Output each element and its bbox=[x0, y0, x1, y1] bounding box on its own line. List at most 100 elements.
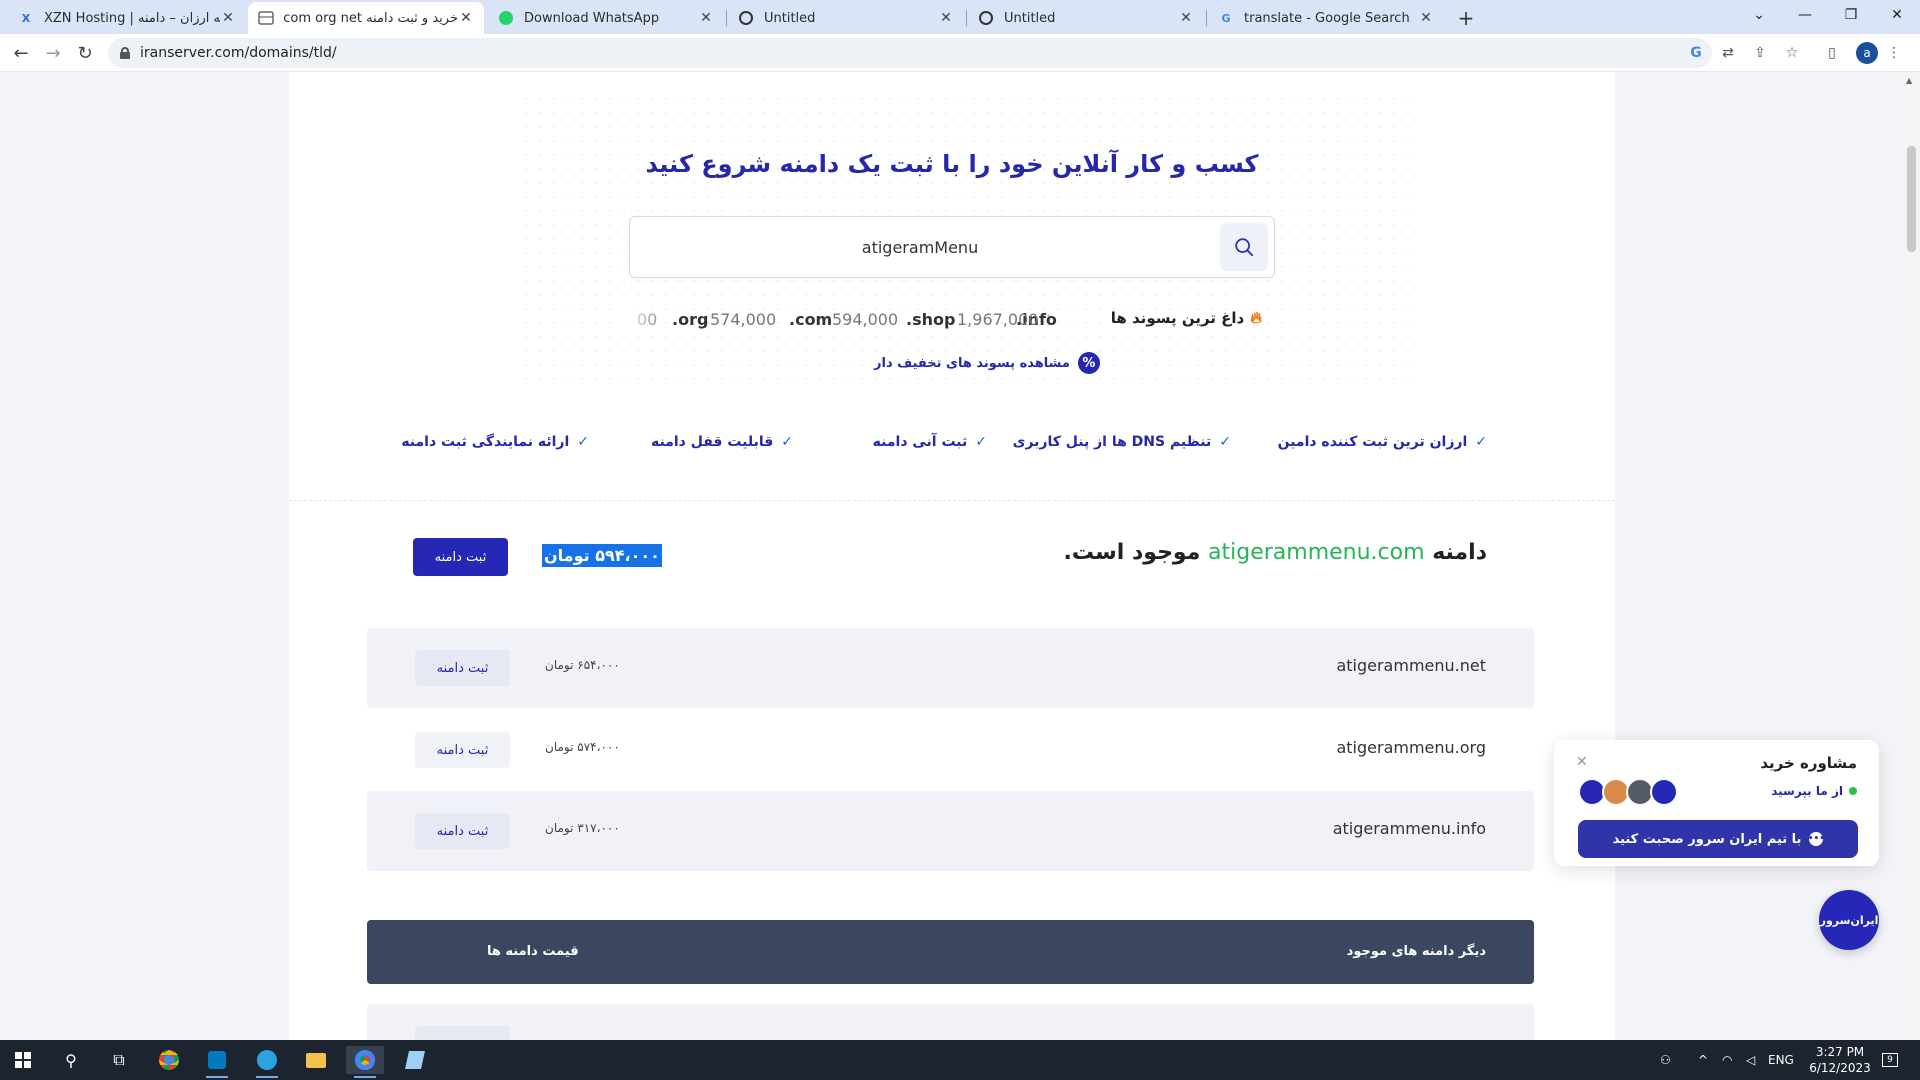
register-domain-button[interactable]: ثبت دامنه bbox=[415, 813, 510, 849]
close-tab-icon[interactable]: ✕ bbox=[1418, 10, 1434, 26]
domain-price: ۶۵۴،۰۰۰ تومان bbox=[545, 658, 620, 672]
start-chat-button[interactable]: ••• با تیم ایران سرور صحبت کنید bbox=[1578, 820, 1858, 858]
tab-search-icon[interactable]: ⌄ bbox=[1736, 0, 1782, 30]
tld-label[interactable]: .shop bbox=[906, 310, 955, 329]
close-tab-icon[interactable]: ✕ bbox=[1178, 10, 1194, 26]
feature-item: ✓ ارزان ترین ثبت کننده دامین bbox=[1278, 434, 1487, 450]
close-tab-icon[interactable]: ✕ bbox=[220, 10, 236, 26]
register-domain-button[interactable] bbox=[415, 1026, 510, 1040]
register-domain-button[interactable]: ثبت دامنه bbox=[413, 538, 508, 576]
domain-search-input[interactable] bbox=[640, 225, 1200, 269]
register-domain-button[interactable]: ثبت دامنه bbox=[415, 732, 510, 768]
trello-icon[interactable] bbox=[198, 1046, 236, 1078]
clock-date: 6/12/2023 bbox=[1809, 1061, 1871, 1075]
chat-subtitle: از ما بپرسید bbox=[1771, 784, 1857, 798]
search-button[interactable] bbox=[1220, 223, 1268, 271]
chat-launcher-button[interactable]: ایران‌سرور bbox=[1819, 890, 1879, 950]
restore-button[interactable]: ❐ bbox=[1828, 0, 1874, 30]
browser-tab[interactable]: Download WhatsApp ✕ bbox=[488, 2, 724, 34]
chat-title: مشاوره خرید bbox=[1760, 754, 1857, 772]
task-view-icon[interactable]: ⧉ bbox=[100, 1046, 138, 1074]
lock-icon bbox=[120, 47, 130, 59]
wifi-icon[interactable]: ◠ bbox=[1722, 1040, 1732, 1080]
hot-tlds-label: 🔥︎ داغ ترین پسوند ها bbox=[1111, 308, 1262, 328]
feature-item: ✓ قابلیت قفل دامنه bbox=[651, 434, 793, 450]
close-icon[interactable]: ✕ bbox=[1576, 754, 1588, 770]
tld-label[interactable]: .com bbox=[789, 310, 832, 329]
start-chat-label: با تیم ایران سرور صحبت کنید bbox=[1612, 831, 1802, 847]
browser-tab[interactable]: X XZN Hosting | دامنه ارزان – دامنه ... … bbox=[8, 2, 246, 34]
feature-item: ✓ ارائه نمایندگی ثبت دامنه bbox=[401, 434, 589, 450]
bookmark-star-icon[interactable]: ☆ bbox=[1782, 43, 1802, 63]
forward-button[interactable]: → bbox=[40, 40, 66, 66]
url-text: iranserver.com/domains/tld/ bbox=[140, 45, 337, 61]
tab-title: Untitled bbox=[1004, 10, 1056, 26]
other-domains-table-header: دیگر دامنه های موجود قیمت دامنه ها bbox=[367, 920, 1534, 984]
volume-icon[interactable]: ◁ bbox=[1746, 1040, 1755, 1080]
check-icon: ✓ bbox=[1475, 434, 1487, 450]
minimize-button[interactable]: — bbox=[1782, 0, 1828, 30]
domain-row: atigerammenu.org ۵۷۴،۰۰۰ تومان ثبت دامنه bbox=[367, 710, 1534, 790]
feature-text: ارزان ترین ثبت کننده دامین bbox=[1277, 434, 1468, 450]
close-tab-icon[interactable]: ✕ bbox=[458, 10, 474, 26]
new-tab-button[interactable]: + bbox=[1454, 6, 1478, 30]
translate-icon[interactable]: ⇄ bbox=[1718, 43, 1738, 63]
windows-start-icon[interactable] bbox=[4, 1046, 42, 1074]
language-indicator[interactable]: ENG bbox=[1768, 1040, 1794, 1080]
xzn-favicon-icon: X bbox=[21, 11, 31, 25]
file-explorer-icon[interactable] bbox=[297, 1046, 335, 1074]
notepad-icon[interactable] bbox=[396, 1046, 434, 1074]
domain-name: atigerammenu.net bbox=[1336, 656, 1486, 675]
tab-title: Download WhatsApp bbox=[524, 10, 660, 26]
tab-title: Untitled bbox=[764, 10, 816, 26]
browser-tab[interactable]: Untitled ✕ bbox=[968, 2, 1204, 34]
browser-tab-strip: X XZN Hosting | دامنه ارزان – دامنه ... … bbox=[0, 0, 1920, 34]
chrome-icon[interactable] bbox=[150, 1046, 188, 1074]
reload-button[interactable]: ↻ bbox=[72, 40, 98, 66]
domain-name: atigerammenu.org bbox=[1336, 738, 1486, 757]
browser-tab[interactable]: Untitled ✕ bbox=[728, 2, 964, 34]
tab-title: XZN Hosting | دامنه ارزان – دامنه ... bbox=[44, 10, 220, 26]
side-panel-icon[interactable]: ▯ bbox=[1822, 43, 1842, 63]
carousel-fade bbox=[619, 302, 669, 332]
domain-price: ۳۱۷،۰۰۰ تومان bbox=[545, 821, 620, 835]
feature-item: ✓ تنظیم DNS ها از پنل کاربری bbox=[1013, 434, 1231, 450]
globe-favicon-icon bbox=[978, 10, 994, 26]
google-favicon-icon: G bbox=[1221, 11, 1231, 25]
feature-text: ثبت آنی دامنه bbox=[872, 434, 968, 450]
browser-tab-active[interactable]: خرید و ثبت دامنه com org net و ... ✕ bbox=[248, 2, 484, 34]
telegram-icon[interactable] bbox=[248, 1046, 286, 1078]
hot-tlds-label-text: داغ ترین پسوند ها bbox=[1110, 309, 1245, 327]
system-clock[interactable]: 3:27 PM 6/12/2023 bbox=[1805, 1044, 1875, 1076]
windows-taskbar: ⚲ ⧉ ⚇ ^ ◠ ◁ ENG 3:27 PM 6/12/2023 9 bbox=[0, 1040, 1920, 1080]
feature-text: ارائه نمایندگی ثبت دامنه bbox=[401, 434, 570, 450]
tab-title: translate - Google Search bbox=[1244, 10, 1410, 26]
people-icon[interactable]: ⚇ bbox=[1660, 1040, 1671, 1080]
profile-avatar[interactable]: a bbox=[1856, 42, 1878, 64]
close-window-button[interactable]: ✕ bbox=[1874, 0, 1920, 30]
scroll-up-icon[interactable]: ▲ bbox=[1906, 76, 1912, 85]
browser-tab[interactable]: G translate - Google Search ✕ bbox=[1208, 2, 1444, 34]
close-tab-icon[interactable]: ✕ bbox=[698, 10, 714, 26]
chrome-active-icon[interactable] bbox=[346, 1046, 384, 1078]
google-lens-icon[interactable]: G bbox=[1686, 43, 1706, 63]
tab-title: خرید و ثبت دامنه com org net و ... bbox=[284, 10, 458, 26]
search-icon bbox=[1235, 238, 1254, 257]
close-tab-icon[interactable]: ✕ bbox=[938, 10, 954, 26]
discount-tlds-link[interactable]: % مشاهده پسوند های تخفیف دار bbox=[874, 352, 1100, 374]
feature-text: تنظیم DNS ها از پنل کاربری bbox=[1012, 434, 1212, 450]
tld-price: 1,967,000 bbox=[957, 310, 1039, 329]
address-bar[interactable]: iranserver.com/domains/tld/ bbox=[108, 38, 1712, 68]
chat-subtitle-text: از ما بپرسید bbox=[1771, 784, 1843, 798]
tld-label[interactable]: .org bbox=[672, 310, 708, 329]
notifications-icon[interactable]: 9 bbox=[1882, 1040, 1898, 1080]
menu-kebab-icon[interactable]: ⋮ bbox=[1884, 43, 1904, 63]
scroll-thumb[interactable] bbox=[1907, 146, 1916, 252]
register-domain-button[interactable]: ثبت دامنه bbox=[415, 650, 510, 686]
share-icon[interactable]: ⇪ bbox=[1750, 43, 1770, 63]
feature-text: قابلیت قفل دامنه bbox=[650, 434, 774, 450]
search-icon[interactable]: ⚲ bbox=[52, 1046, 90, 1074]
back-button[interactable]: ← bbox=[8, 40, 34, 66]
page-scrollbar[interactable]: ▲ bbox=[1903, 72, 1920, 1040]
tray-chevron-icon[interactable]: ^ bbox=[1698, 1040, 1708, 1080]
